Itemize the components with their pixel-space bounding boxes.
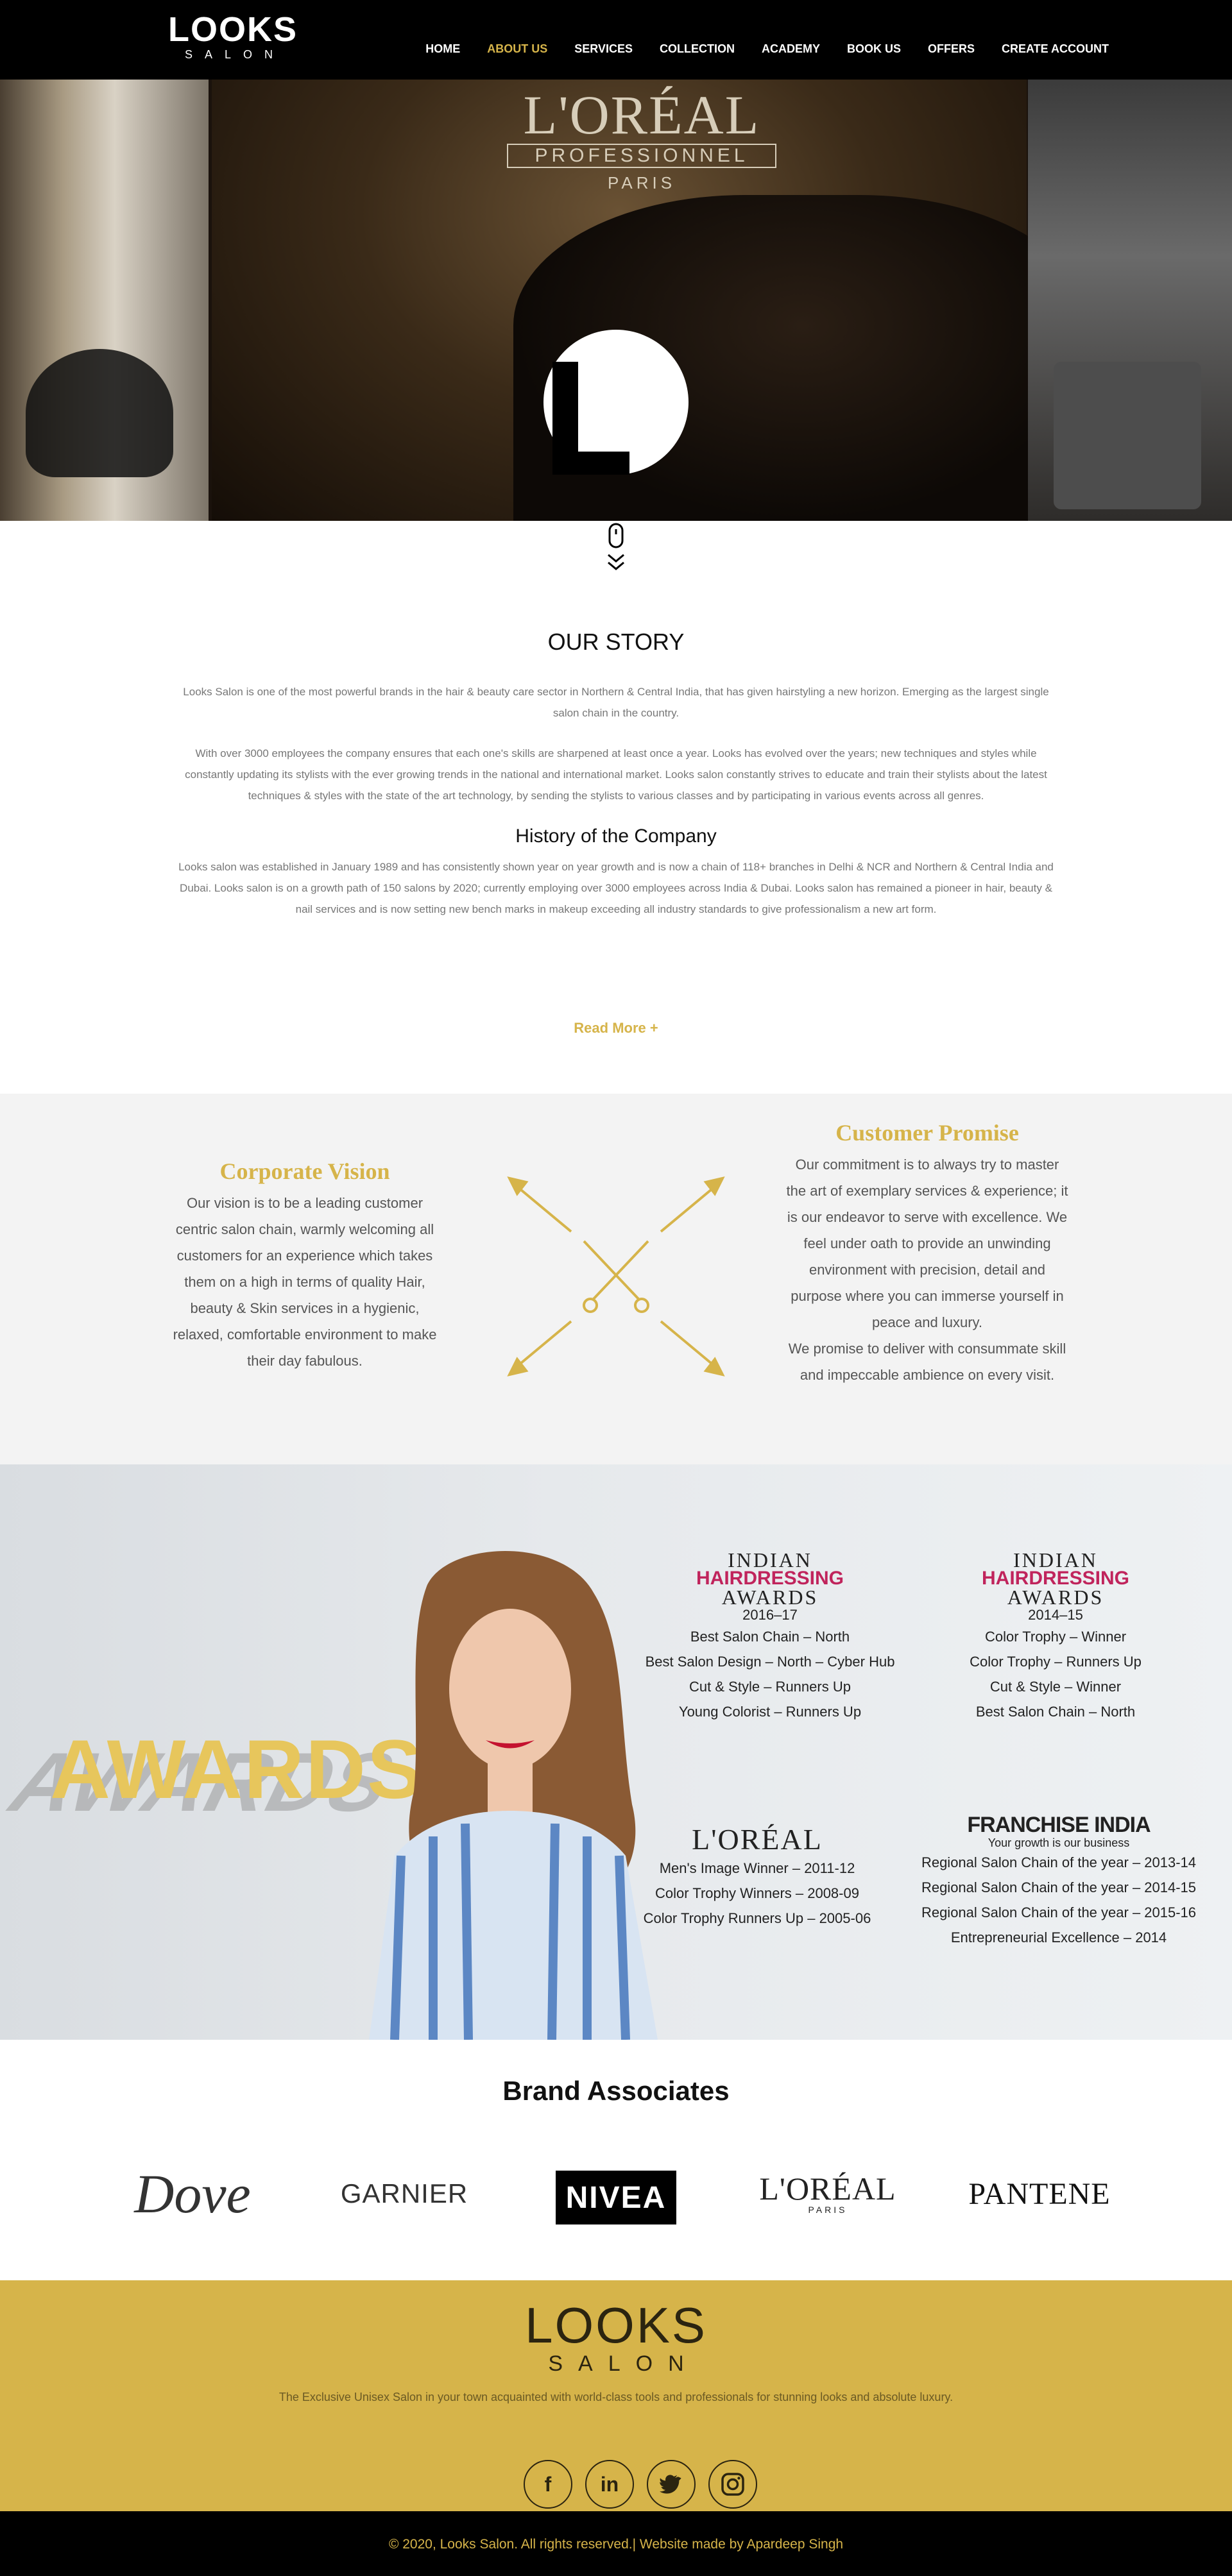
our-story-section: OUR STORY Looks Salon is one of the most… [173,629,1059,939]
nav-item-offers[interactable]: OFFERS [928,42,975,56]
model-woman-image [369,1551,658,2040]
indian-hairdressing-awards-logo: INDIAN HAIRDRESSING AWARDS [930,1550,1181,1609]
footer-logo-main: LOOKS [525,2297,707,2353]
ih-logo-bottom: AWARDS [721,1586,819,1609]
salon-chair-shape [26,349,173,477]
banner-professionnel: PROFESSIONNEL [507,144,776,168]
twitter-bird-glyph [660,2475,681,2494]
footer-tagline: The Exclusive Unisex Salon in your town … [278,2391,954,2403]
twitter-icon[interactable] [647,2460,696,2509]
history-title: History of the Company [515,826,717,847]
banner-loreal: L'ORÉAL [523,84,760,146]
footer: LOOKS SALON The Exclusive Unisex Salon i… [0,2280,1232,2511]
award-item: Men's Image Winner – 2011-12 [659,1860,855,1876]
pantene-logo: PANTENE [968,2176,1111,2211]
award-item: Cut & Style – Winner [989,1679,1122,1695]
nav-item-about-us[interactable]: ABOUT US [487,42,547,56]
scroll-down-icon[interactable] [604,523,628,574]
award-year: 2016–17 [742,1607,798,1623]
garnier-logo: GARNIER [340,2178,468,2208]
award-item: Best Salon Design – North – Cyber Hub [645,1654,895,1670]
award-item: Regional Salon Chain of the year – 2014-… [921,1879,1197,1895]
award-item: Entrepreneurial Excellence – 2014 [950,1929,1167,1945]
history-paragraph: Looks salon was established in January 1… [178,861,1054,915]
social-links: f in [524,2460,757,2509]
customer-promise-text-2: We promise to deliver with consummate sk… [788,1341,1066,1383]
franchise-india-logo: FRANCHISE INDIA [967,1813,1151,1837]
award-year: 2014–15 [1028,1607,1083,1623]
linkedin-icon[interactable]: in [585,2460,634,2509]
logo-sub-text: SALON [184,48,286,61]
logo-main-text: LOOKS [168,10,298,49]
award-item: Young Colorist – Runners Up [678,1704,862,1720]
nav-item-home[interactable]: HOME [425,42,460,56]
award-item: Color Trophy Winners – 2008-09 [655,1885,859,1901]
nav-item-services[interactable]: SERVICES [574,42,633,56]
award-item: Best Salon Chain – North [690,1629,850,1645]
award-item: Best Salon Chain – North [975,1704,1136,1720]
customer-promise-text-1: Our commitment is to always try to maste… [786,1157,1068,1330]
main-menu: HOME ABOUT US SERVICES COLLECTION ACADEM… [398,42,1109,56]
hero-banner: L'ORÉAL PROFESSIONNEL PARIS [0,80,1232,521]
ih-logo-bottom: AWARDS [1007,1586,1104,1609]
award-item: Color Trophy – Runners Up [970,1654,1142,1670]
instagram-glyph [721,2473,744,2496]
nav-item-book-us[interactable]: BOOK US [847,42,901,56]
loreal-logo-text: L'ORÉAL [759,2171,896,2207]
top-navbar: LOOKS SALON HOME ABOUT US SERVICES COLLE… [0,0,1232,80]
franchise-india-tagline: Your growth is our business [988,1836,1130,1849]
corporate-vision-block: Corporate Vision Our vision is to be a l… [167,1158,443,1374]
footer-logo[interactable]: LOOKS SALON [520,2300,712,2377]
loreal-stage-banner: L'ORÉAL PROFESSIONNEL PARIS [488,86,796,193]
award-item: Cut & Style – Runners Up [689,1679,851,1695]
nav-item-collection[interactable]: COLLECTION [660,42,735,56]
award-indian-hairdressing-2016: INDIAN HAIRDRESSING AWARDS 2016–17 Best … [635,1550,905,1724]
our-story-title: OUR STORY [547,629,685,655]
corporate-vision-text: Our vision is to be a leading customer c… [173,1195,437,1369]
site-logo[interactable]: LOOKS SALON [168,10,298,62]
footer-logo-sub: SALON [548,2351,699,2376]
instagram-icon[interactable] [708,2460,757,2509]
loreal-logo: L'ORÉAL [692,1823,823,1856]
banner-paris: PARIS [607,173,676,192]
loreal-logo-sub: PARIS [808,2205,848,2215]
our-story-paragraph-2: With over 3000 employees the company ens… [185,747,1047,802]
dove-logo: Dove [134,2163,251,2224]
salon-chair-shape-right [1054,362,1201,509]
loreal-paris-logo: L'ORÉAL PARIS [757,2162,898,2226]
nav-item-academy[interactable]: ACADEMY [762,42,820,56]
looks-logo-badge [543,330,689,475]
copyright-bar: © 2020, Looks Salon. All rights reserved… [0,2511,1232,2576]
indian-hairdressing-awards-logo: INDIAN HAIRDRESSING AWARDS [635,1550,905,1609]
hero-stylist-image [1028,80,1232,521]
award-item: Color Trophy Runners Up – 2005-06 [643,1910,871,1926]
brand-associates-title: Brand Associates [502,2076,730,2106]
read-more-link[interactable]: Read More + [552,1020,680,1037]
nav-item-create-account[interactable]: CREATE ACCOUNT [1002,42,1109,56]
scissors-arrows-icon [507,1176,725,1377]
our-story-paragraph-1: Looks Salon is one of the most powerful … [183,686,1049,719]
award-indian-hairdressing-2014: INDIAN HAIRDRESSING AWARDS 2014–15 Color… [930,1550,1181,1724]
nivea-logo: NIVEA [556,2171,676,2224]
awards-section: AWARDS AWARDS INDIAN HAIRDRESSING AWARDS… [0,1464,1232,2040]
award-loreal: L'ORÉAL Men's Image Winner – 2011-12 Col… [635,1824,879,1931]
award-item: Regional Salon Chain of the year – 2013-… [921,1854,1197,1870]
facebook-icon[interactable]: f [524,2460,572,2509]
award-item: Regional Salon Chain of the year – 2015-… [921,1904,1197,1920]
award-item: Color Trophy – Winner [984,1629,1127,1645]
copyright-text: © 2020, Looks Salon. All rights reserved… [388,2537,844,2552]
customer-promise-block: Customer Promise Our commitment is to al… [786,1119,1068,1388]
looks-l-icon [552,362,629,475]
customer-promise-title: Customer Promise [835,1120,1019,1146]
vision-promise-section: Corporate Vision Our vision is to be a l… [0,1094,1232,1464]
hero-salon-interior-image [0,80,209,521]
award-franchise-india: FRANCHISE INDIA Your growth is our busin… [911,1814,1206,1950]
corporate-vision-title: Corporate Vision [219,1158,390,1184]
